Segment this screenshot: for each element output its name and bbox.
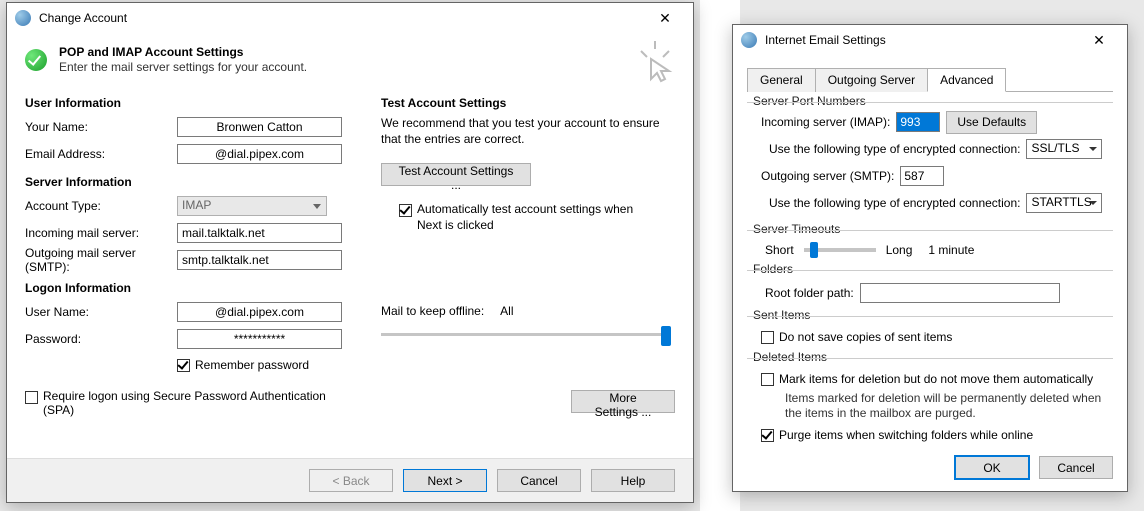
change-account-dialog: Change Account ✕ POP and IMAP Account Se… [6, 2, 694, 503]
timeout-long-label: Long [886, 243, 913, 257]
incoming-enc-label: Use the following type of encrypted conn… [769, 142, 1020, 156]
spa-label: Require logon using Secure Password Auth… [43, 389, 343, 417]
next-button[interactable]: Next > [403, 469, 487, 492]
outgoing-port-label: Outgoing server (SMTP): [761, 169, 894, 183]
auto-test-label: Automatically test account settings when… [417, 202, 657, 233]
ok-button[interactable]: OK [955, 456, 1029, 479]
dialog-subheading: Enter the mail server settings for your … [59, 60, 307, 74]
globe-icon [15, 10, 31, 26]
window-title: Change Account [39, 11, 643, 25]
outgoing-enc-select[interactable]: STARTTLS [1026, 193, 1102, 213]
globe-icon [741, 32, 757, 48]
titlebar[interactable]: Change Account ✕ [7, 3, 693, 33]
username-input[interactable] [177, 302, 342, 322]
check-icon [25, 49, 47, 71]
your-name-input[interactable] [177, 117, 342, 137]
email-input[interactable] [177, 144, 342, 164]
outgoing-server-input[interactable] [177, 250, 342, 270]
internet-email-settings-dialog: Internet Email Settings ✕ General Outgoi… [732, 24, 1128, 492]
cancel-button[interactable]: Cancel [1039, 456, 1113, 479]
tab-strip: General Outgoing Server Advanced [747, 67, 1113, 92]
no-save-sent-checkbox[interactable] [761, 331, 774, 344]
mail-keep-slider[interactable] [381, 322, 671, 348]
incoming-enc-select[interactable]: SSL/TLS [1026, 139, 1102, 159]
spa-checkbox[interactable] [25, 391, 38, 404]
timeout-thumb[interactable] [810, 242, 818, 258]
help-button[interactable]: Help [591, 469, 675, 492]
mark-delete-checkbox[interactable] [761, 373, 774, 386]
tab-advanced[interactable]: Advanced [927, 68, 1006, 92]
no-save-sent-label: Do not save copies of sent items [779, 330, 952, 344]
purge-label: Purge items when switching folders while… [779, 428, 1033, 442]
mail-keep-label: Mail to keep offline: [381, 304, 484, 318]
password-label: Password: [25, 332, 177, 346]
email-label: Email Address: [25, 147, 177, 161]
tab-general[interactable]: General [747, 68, 816, 92]
slider-thumb[interactable] [661, 326, 671, 346]
remember-password-checkbox[interactable] [177, 359, 190, 372]
password-input[interactable] [177, 329, 342, 349]
account-type-select: IMAP [177, 196, 327, 216]
timeout-slider[interactable] [804, 248, 876, 252]
titlebar[interactable]: Internet Email Settings ✕ [733, 25, 1127, 55]
test-account-button[interactable]: Test Account Settings ... [381, 163, 531, 186]
root-folder-input[interactable] [860, 283, 1060, 303]
auto-test-checkbox[interactable] [399, 204, 412, 217]
outgoing-port-input[interactable] [900, 166, 944, 186]
outgoing-enc-label: Use the following type of encrypted conn… [769, 196, 1020, 210]
slider-rail [381, 333, 671, 336]
account-type-label: Account Type: [25, 199, 177, 213]
dialog-heading: POP and IMAP Account Settings [59, 45, 307, 59]
more-settings-button[interactable]: More Settings ... [571, 390, 675, 413]
incoming-port-label: Incoming server (IMAP): [761, 115, 890, 129]
close-button[interactable]: ✕ [643, 4, 687, 32]
cursor-icon [637, 39, 673, 92]
mail-keep-value: All [500, 304, 513, 318]
timeout-short-label: Short [765, 243, 794, 257]
incoming-server-label: Incoming mail server: [25, 226, 177, 240]
back-button: < Back [309, 469, 393, 492]
incoming-server-input[interactable] [177, 223, 342, 243]
test-section: Test Account Settings [381, 96, 675, 110]
cancel-button[interactable]: Cancel [497, 469, 581, 492]
remember-password-label: Remember password [195, 358, 309, 372]
your-name-label: Your Name: [25, 120, 177, 134]
user-info-section: User Information [25, 96, 355, 110]
test-blurb: We recommend that you test your account … [381, 116, 675, 147]
mark-delete-label: Mark items for deletion but do not move … [779, 372, 1093, 386]
tab-outgoing-server[interactable]: Outgoing Server [815, 68, 928, 92]
dialog-footer: < Back Next > Cancel Help [7, 458, 693, 502]
deleted-note: Items marked for deletion will be perman… [785, 391, 1109, 421]
use-defaults-button[interactable]: Use Defaults [946, 111, 1037, 134]
window-title: Internet Email Settings [765, 33, 1077, 47]
root-folder-label: Root folder path: [765, 286, 854, 300]
incoming-port-input[interactable] [896, 112, 940, 132]
close-button[interactable]: ✕ [1077, 26, 1121, 54]
logon-info-section: Logon Information [25, 281, 355, 295]
outgoing-server-label: Outgoing mail server (SMTP): [25, 246, 177, 274]
username-label: User Name: [25, 305, 177, 319]
server-info-section: Server Information [25, 175, 355, 189]
timeout-value: 1 minute [928, 243, 974, 257]
purge-checkbox[interactable] [761, 429, 774, 442]
